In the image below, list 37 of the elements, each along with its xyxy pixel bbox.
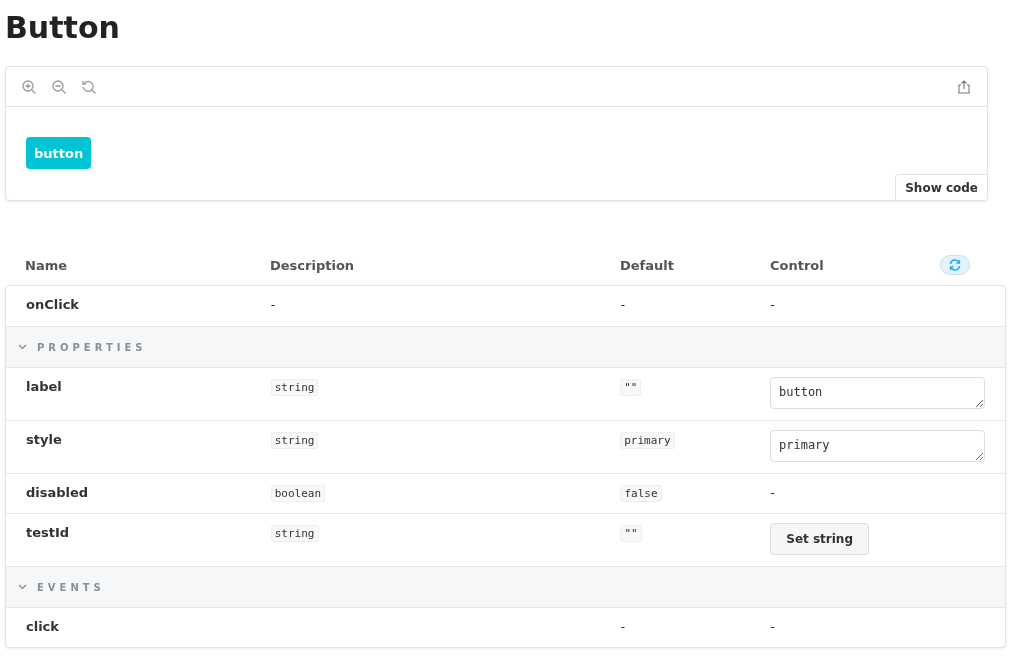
text-field[interactable]: primary xyxy=(770,430,985,462)
refresh-icon xyxy=(948,258,962,272)
reset-controls-button[interactable] xyxy=(940,255,970,275)
type-label: string xyxy=(270,525,319,542)
arg-name: testId xyxy=(26,525,70,540)
default-value: - xyxy=(620,297,626,312)
section-title: PROPERTIES xyxy=(37,341,147,353)
show-code-button[interactable]: Show code xyxy=(895,174,987,200)
type-label: string xyxy=(270,432,319,449)
arg-name: onClick xyxy=(26,297,79,312)
share-icon[interactable] xyxy=(957,79,971,94)
control-text: - xyxy=(770,485,775,500)
control-text: - xyxy=(770,619,775,634)
column-header: Default xyxy=(620,257,675,273)
arg-name: label xyxy=(26,379,62,394)
zoom-out-icon[interactable] xyxy=(51,78,67,95)
arg-name: click xyxy=(26,619,59,634)
set-string-button[interactable]: Set string xyxy=(770,523,869,555)
type-label: string xyxy=(270,379,319,396)
default-value: false xyxy=(620,485,662,502)
zoom-in-icon[interactable] xyxy=(21,78,37,95)
reset-zoom-icon[interactable] xyxy=(81,78,97,95)
page-title: Button xyxy=(5,9,121,47)
default-value: - xyxy=(620,619,626,634)
column-header: Description xyxy=(270,257,356,273)
default-value: "" xyxy=(620,525,642,542)
type-label: boolean xyxy=(270,485,326,502)
arg-name: style xyxy=(26,432,62,447)
section-title: EVENTS xyxy=(37,581,105,593)
default-value: "" xyxy=(620,379,642,396)
text-field[interactable]: button xyxy=(770,377,985,409)
column-header: Control xyxy=(770,257,825,273)
default-value: primary xyxy=(620,432,675,449)
control-text: - xyxy=(770,297,775,312)
column-header: Name xyxy=(25,257,68,273)
description-text: - xyxy=(270,297,276,312)
arg-name: disabled xyxy=(26,485,89,500)
